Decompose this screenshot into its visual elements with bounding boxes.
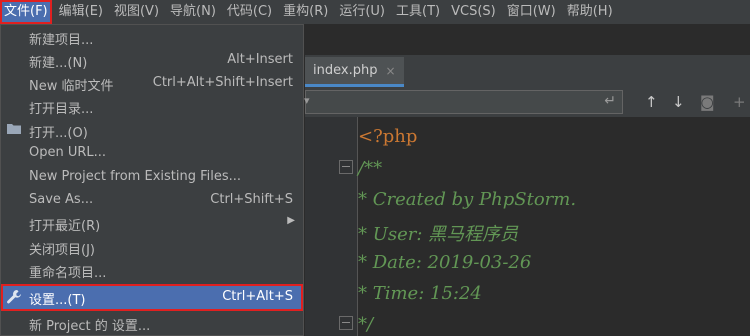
code-line: */ — [358, 314, 374, 335]
find-usages-icon[interactable]: ◙ — [700, 93, 715, 111]
menu-item-close-project[interactable]: 关闭项目(J) — [1, 236, 303, 259]
menu-item-shortcut: Ctrl+Shift+S — [210, 192, 293, 207]
menu-item-label: Save As... — [29, 192, 94, 207]
menu-item-label: 新 Project 的 设置... — [29, 319, 151, 334]
editor-gutter — [305, 117, 358, 336]
menu-view[interactable]: 视图(V) — [110, 0, 163, 24]
menu-item-rename-project[interactable]: 重命名项目... — [1, 259, 303, 282]
menu-refactor[interactable]: 重构(R) — [279, 0, 332, 24]
code-line: * Created by PhpStorm. — [358, 189, 577, 210]
editor-tab-bar: index.php × — [305, 55, 750, 88]
enter-icon: ↵ — [604, 93, 616, 109]
menu-item-label: 新建项目... — [29, 33, 94, 48]
tab-label: index.php — [313, 63, 378, 78]
menu-edit[interactable]: 编辑(E) — [55, 0, 107, 24]
menu-item-shortcut: Ctrl+Alt+S — [222, 289, 293, 304]
menu-item-shortcut: Ctrl+Alt+Shift+Insert — [152, 75, 293, 90]
menu-item-label: New 临时文件 — [29, 79, 114, 94]
menu-item-settings[interactable]: 设置...(T) Ctrl+Alt+S — [1, 284, 303, 311]
wrench-icon — [6, 289, 22, 309]
menu-code[interactable]: 代码(C) — [223, 0, 276, 24]
menu-item-default-settings[interactable]: 新 Project 的 设置... — [1, 312, 303, 335]
code-line: /** — [358, 158, 383, 179]
find-bar: ▾ ↵ ↑ ↓ ◙ + — [304, 87, 750, 118]
menu-tools[interactable]: 工具(T) — [392, 0, 444, 24]
menu-run[interactable]: 运行(U) — [335, 0, 389, 24]
menu-bar: 文件(F) 编辑(E) 视图(V) 导航(N) 代码(C) 重构(R) 运行(U… — [0, 0, 750, 25]
code-line: <?php — [358, 126, 418, 147]
menu-item-label: 打开目录... — [29, 102, 94, 117]
file-menu-dropdown: 新建项目... 新建...(N) Alt+Insert New 临时文件 Ctr… — [0, 24, 304, 336]
code-line: * User: 黑马程序员 — [358, 224, 519, 245]
arrow-down-icon[interactable]: ↓ — [672, 93, 685, 111]
chevron-down-icon[interactable]: ▾ — [304, 94, 310, 107]
tab-index-php[interactable]: index.php × — [305, 57, 404, 87]
fold-marker[interactable] — [339, 316, 353, 330]
menu-navigate[interactable]: 导航(N) — [166, 0, 220, 24]
fold-marker[interactable] — [339, 160, 353, 174]
chevron-right-icon: ▶ — [287, 215, 295, 226]
menu-item-label: 新建...(N) — [29, 56, 88, 71]
menu-item-open-recent[interactable]: 打开最近(R) ▶ — [1, 212, 303, 235]
menu-item-open-url[interactable]: Open URL... — [1, 142, 303, 165]
add-icon[interactable]: + — [733, 93, 746, 111]
code-line: * Date: 2019-03-26 — [358, 252, 532, 273]
menu-item-open[interactable]: 打开...(O) — [1, 119, 303, 142]
menu-item-new[interactable]: 新建...(N) Alt+Insert — [1, 49, 303, 72]
menu-item-label: 重命名项目... — [29, 266, 107, 281]
menu-item-new-scratch-file[interactable]: New 临时文件 Ctrl+Alt+Shift+Insert — [1, 72, 303, 95]
menu-item-save-as[interactable]: Save As... Ctrl+Shift+S — [1, 189, 303, 212]
menu-help[interactable]: 帮助(H) — [563, 0, 617, 24]
arrow-up-icon[interactable]: ↑ — [645, 93, 658, 111]
menu-item-label: Open URL... — [29, 145, 107, 160]
menu-item-new-project[interactable]: 新建项目... — [1, 26, 303, 49]
menu-vcs[interactable]: VCS(S) — [447, 0, 500, 24]
close-icon[interactable]: × — [385, 64, 395, 78]
menu-item-shortcut: Alt+Insert — [227, 52, 293, 67]
search-input[interactable]: ▾ ↵ — [304, 90, 623, 114]
menu-item-label: New Project from Existing Files... — [29, 169, 242, 184]
menu-window[interactable]: 窗口(W) — [503, 0, 560, 24]
menu-item-label: 打开...(O) — [29, 126, 88, 141]
menu-item-label: 打开最近(R) — [29, 219, 101, 234]
menu-item-new-project-existing[interactable]: New Project from Existing Files... — [1, 166, 303, 189]
code-line: * Time: 15:24 — [358, 283, 482, 304]
menu-file[interactable]: 文件(F) — [0, 0, 52, 24]
menu-item-label: 关闭项目(J) — [29, 243, 95, 258]
menu-item-label: 设置...(T) — [29, 293, 86, 308]
menu-item-open-directory[interactable]: 打开目录... — [1, 95, 303, 118]
folder-icon — [6, 122, 22, 139]
